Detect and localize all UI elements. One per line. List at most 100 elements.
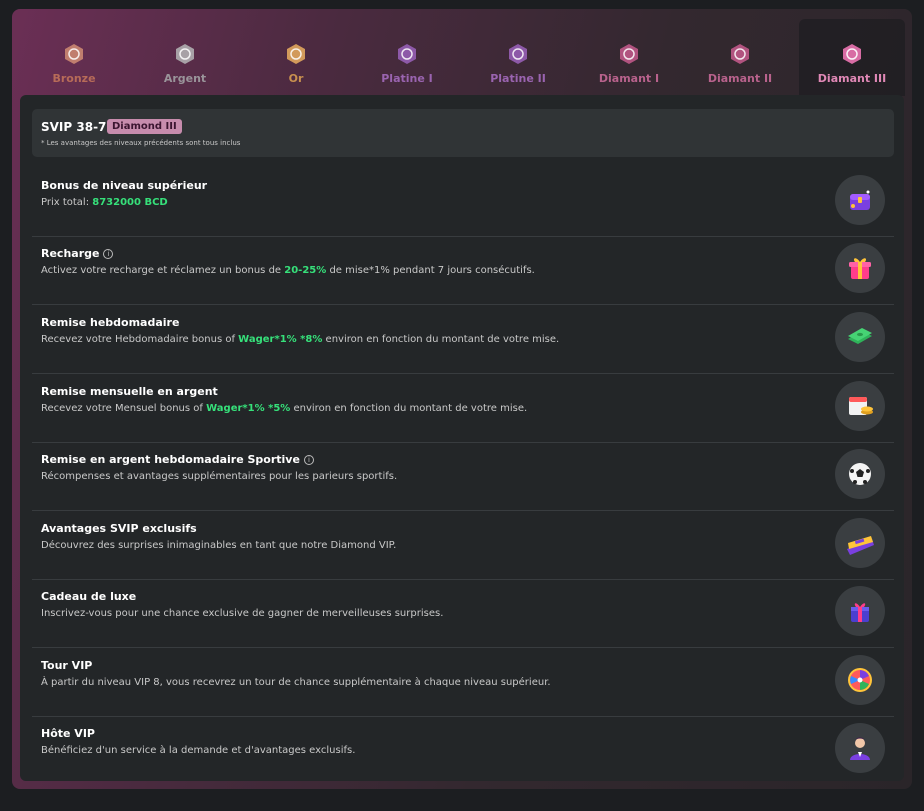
level-title: SVIP 38-75 [41, 120, 115, 134]
calendar-coins-icon [849, 397, 873, 415]
icon-circle [835, 449, 885, 499]
tab-diamant-2[interactable]: Diamant II [687, 19, 793, 96]
desc-highlight: Wager*1% *5% [206, 403, 291, 414]
tab-platine-2[interactable]: Platine II [465, 19, 571, 96]
benefit-row-vip-host: Hôte VIP Bénéficiez d'un service à la de… [32, 717, 894, 785]
icon-circle [835, 586, 885, 636]
prize-wheel-icon [848, 668, 872, 692]
benefit-title: Hôte VIP [41, 727, 95, 740]
tab-diamant-1[interactable]: Diamant I [576, 19, 682, 96]
benefit-title-text: Remise en argent hebdomadaire Sportive [41, 453, 300, 466]
desc-text: Découvrez des surprises inimaginables en… [41, 540, 397, 551]
divider [32, 510, 894, 511]
benefit-row-recharge: Recharge i Activez votre recharge et récl… [32, 237, 894, 305]
desc-text: environ en fonction du montant de votre … [322, 334, 560, 345]
silver-badge-icon [176, 44, 194, 64]
tab-label: Argent [163, 72, 207, 85]
icon-circle [835, 723, 885, 773]
desc-text: Activez votre recharge et réclamez un bo… [41, 265, 285, 276]
svip-ticket-icon [847, 536, 874, 555]
benefit-title: Remise mensuelle en argent [41, 385, 218, 398]
benefit-row-vip-spin: Tour VIP À partir du niveau VIP 8, vous … [32, 649, 894, 717]
desc-text: Bénéficiez d'un service à la demande et … [41, 745, 356, 756]
benefit-title: Cadeau de luxe [41, 590, 137, 603]
benefit-desc: Recevez votre Mensuel bonus of Wager*1% … [41, 403, 527, 414]
tab-label: Diamant II [707, 72, 773, 85]
platinum-badge-icon [398, 44, 416, 64]
benefit-title: Remise hebdomadaire [41, 316, 180, 329]
tab-label: Platine I [381, 72, 433, 85]
tab-label: Platine II [490, 72, 546, 85]
icon-circle [835, 312, 885, 362]
desc-highlight: 8732000 BCD [92, 197, 168, 208]
benefit-row-level-bonus: Bonus de niveau supérieur Prix total: 87… [32, 169, 894, 237]
icon-circle [835, 243, 885, 293]
vip-host-icon [850, 737, 870, 760]
tab-or[interactable]: Or [243, 19, 349, 96]
tab-diamant-3[interactable]: Diamant III [799, 19, 905, 96]
bronze-badge-icon [65, 44, 83, 64]
icon-circle [835, 175, 885, 225]
tab-label: Diamant III [817, 72, 887, 85]
level-tag: Diamond III [107, 119, 182, 134]
diamond-badge-icon [843, 44, 861, 64]
desc-text: Recevez votre Mensuel bonus of [41, 403, 207, 414]
info-icon[interactable]: i [303, 455, 314, 465]
desc-text: Prix total: [41, 197, 93, 208]
desc-text: Inscrivez-vous pour une chance exclusive… [41, 608, 444, 619]
level-header: SVIP 38-75 Diamond III * Les avantages d… [32, 109, 894, 157]
benefit-row-monthly: Remise mensuelle en argent Recevez votre… [32, 375, 894, 443]
benefit-row-sports: Remise en argent hebdomadaire Sportive i … [32, 443, 894, 511]
icon-circle [835, 655, 885, 705]
info-icon[interactable]: i [103, 249, 114, 259]
benefit-title: Avantages SVIP exclusifs [41, 522, 197, 535]
benefits-panel: SVIP 38-75 Diamond III * Les avantages d… [20, 95, 904, 781]
tab-label: Bronze [52, 72, 96, 85]
desc-text: de mise*1% pendant 7 jours consécutifs. [326, 265, 535, 276]
desc-highlight: 20-25% [284, 265, 327, 276]
diamond-badge-icon [731, 44, 749, 64]
benefit-desc: À partir du niveau VIP 8, vous recevrez … [41, 677, 551, 688]
desc-text: environ en fonction du montant de votre … [290, 403, 528, 414]
benefit-desc: Inscrivez-vous pour une chance exclusive… [41, 608, 443, 619]
gift-box-icon [849, 258, 871, 279]
benefit-desc: Récompenses et avantages supplémentaires… [41, 471, 397, 482]
benefit-desc: Activez votre recharge et réclamez un bo… [41, 265, 535, 276]
benefit-desc: Recevez votre Hebdomadaire bonus of Wage… [41, 334, 559, 345]
luxury-gift-icon [851, 603, 869, 622]
benefit-row-svip: Avantages SVIP exclusifs Découvrez des s… [32, 512, 894, 580]
divider [32, 304, 894, 305]
icon-circle [835, 518, 885, 568]
tab-argent[interactable]: Argent [132, 19, 238, 96]
tab-label: Or [288, 72, 304, 85]
desc-text: Récompenses et avantages supplémentaires… [41, 471, 398, 482]
benefit-title: Bonus de niveau supérieur [41, 179, 208, 192]
desc-text: Recevez votre Hebdomadaire bonus of [41, 334, 239, 345]
gold-badge-icon [287, 44, 305, 64]
benefit-desc: Découvrez des surprises inimaginables en… [41, 540, 396, 551]
vip-levels-card: Bronze Argent Or Platine I Platine II Di… [12, 9, 912, 789]
benefit-row-weekly: Remise hebdomadaire Recevez votre Hebdom… [32, 306, 894, 374]
benefit-desc: Prix total: 8732000 BCD [41, 197, 168, 208]
soccer-ball-icon [849, 463, 871, 485]
divider [32, 647, 894, 648]
desc-highlight: Wager*1% *8% [238, 334, 323, 345]
benefit-row-luxury-gift: Cadeau de luxe Inscrivez-vous pour une c… [32, 580, 894, 648]
benefit-title-text: Recharge [41, 247, 100, 260]
desc-text: À partir du niveau VIP 8, vous recevrez … [41, 677, 551, 688]
divider [32, 373, 894, 374]
treasure-chest-icon [850, 190, 870, 210]
cash-stack-icon [848, 328, 872, 344]
tier-tabs: Bronze Argent Or Platine I Platine II Di… [12, 9, 912, 96]
tab-label: Diamant I [598, 72, 660, 85]
level-note: * Les avantages des niveaux précédents s… [41, 139, 241, 147]
icon-circle [835, 381, 885, 431]
benefit-desc: Bénéficiez d'un service à la demande et … [41, 745, 355, 756]
benefit-title: Remise en argent hebdomadaire Sportive i [41, 453, 314, 466]
diamond-badge-icon [620, 44, 638, 64]
benefit-title: Tour VIP [41, 659, 93, 672]
tab-platine-1[interactable]: Platine I [354, 19, 460, 96]
tab-bronze[interactable]: Bronze [21, 19, 127, 96]
platinum-badge-icon [509, 44, 527, 64]
benefit-title: Recharge i [41, 247, 114, 260]
